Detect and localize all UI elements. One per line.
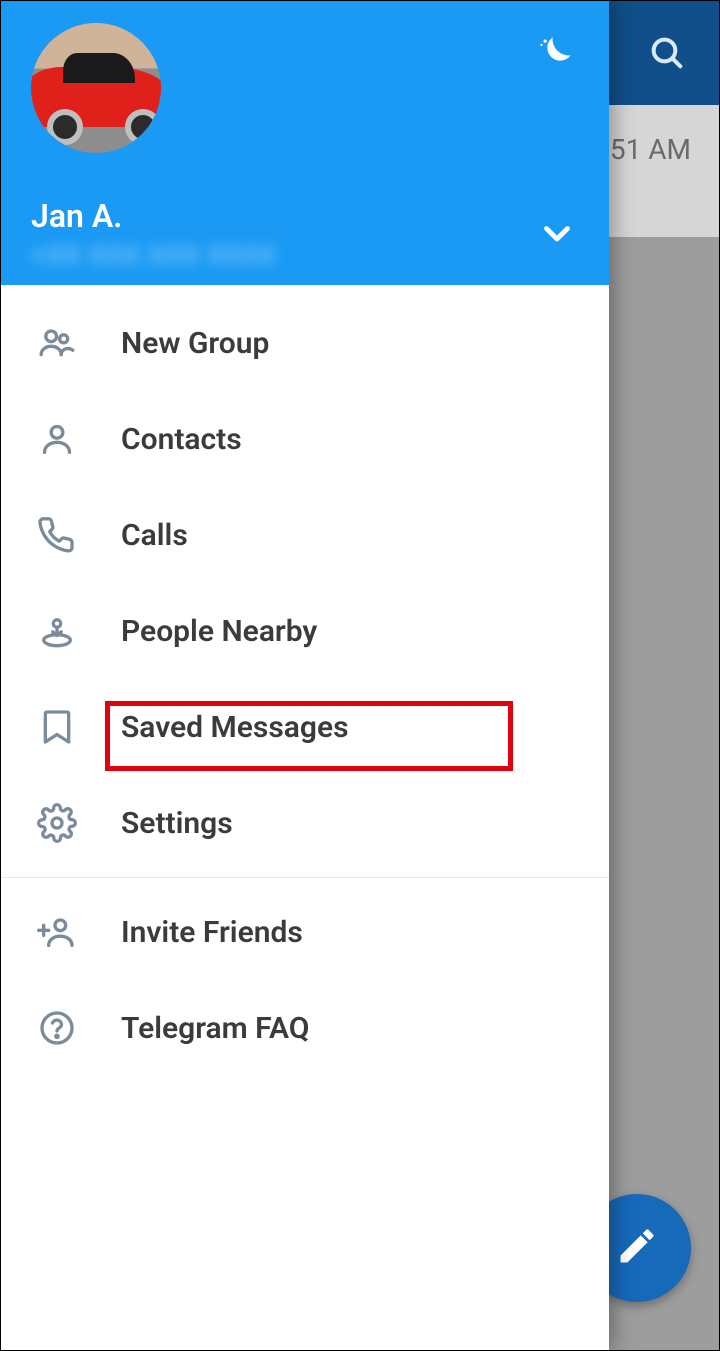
- menu-label: Invite Friends: [121, 915, 303, 950]
- menu-item-saved-messages[interactable]: Saved Messages: [1, 679, 609, 775]
- group-icon: [33, 319, 81, 367]
- account-switcher[interactable]: [535, 213, 579, 257]
- drawer-menu: New Group Contacts Calls People Nearby: [1, 285, 609, 1350]
- pencil-icon: [615, 1224, 659, 1272]
- menu-item-settings[interactable]: Settings: [1, 775, 609, 871]
- avatar[interactable]: [31, 23, 161, 153]
- menu-label: People Nearby: [121, 614, 317, 649]
- menu-label: Saved Messages: [121, 710, 349, 745]
- menu-label: New Group: [121, 326, 269, 361]
- chat-time: :51 AM: [603, 133, 691, 166]
- night-mode-toggle[interactable]: [529, 31, 579, 81]
- menu-label: Contacts: [121, 422, 242, 457]
- menu-item-new-group[interactable]: New Group: [1, 295, 609, 391]
- bookmark-icon: [33, 703, 81, 751]
- drawer-header: Jan A. +XX XXX XXX XXXX: [1, 1, 609, 285]
- app-root: :51 AM Jan A. +XX XXX XXX XXXX: [0, 0, 720, 1351]
- menu-item-invite-friends[interactable]: Invite Friends: [1, 884, 609, 980]
- people-nearby-icon: [33, 607, 81, 655]
- gear-icon: [33, 799, 81, 847]
- chevron-down-icon: [539, 215, 575, 255]
- person-icon: [33, 415, 81, 463]
- menu-label: Telegram FAQ: [121, 1011, 309, 1046]
- help-icon: [33, 1004, 81, 1052]
- menu-divider: [1, 877, 609, 878]
- navigation-drawer: Jan A. +XX XXX XXX XXXX New Group Contac…: [1, 1, 609, 1350]
- menu-label: Settings: [121, 806, 233, 841]
- invite-icon: [33, 908, 81, 956]
- phone-icon: [33, 511, 81, 559]
- moon-icon: [532, 32, 576, 80]
- menu-item-contacts[interactable]: Contacts: [1, 391, 609, 487]
- profile-phone: +XX XXX XXX XXXX: [31, 241, 277, 271]
- menu-item-people-nearby[interactable]: People Nearby: [1, 583, 609, 679]
- search-icon[interactable]: [647, 33, 687, 73]
- menu-item-faq[interactable]: Telegram FAQ: [1, 980, 609, 1076]
- menu-label: Calls: [121, 518, 188, 553]
- profile-name: Jan A.: [31, 197, 122, 235]
- menu-item-calls[interactable]: Calls: [1, 487, 609, 583]
